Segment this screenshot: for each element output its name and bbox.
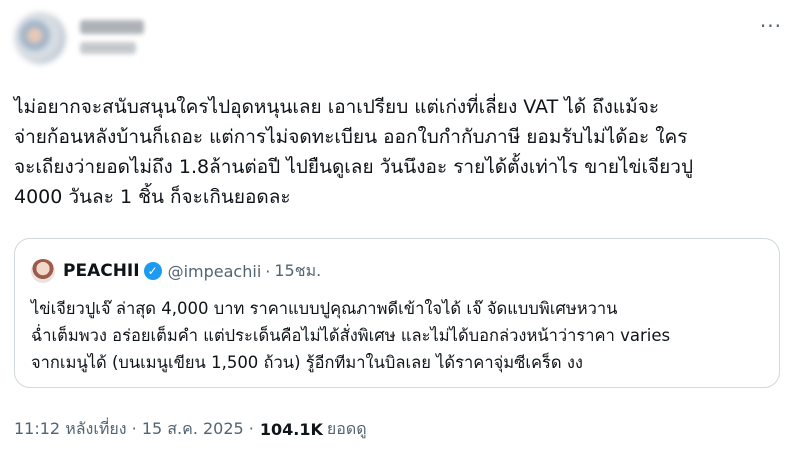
more-options-icon[interactable]: ··· [760,14,782,38]
tweet-text-line: 4000 วันละ 1 ชิ้น ก็จะเกินยอดละ [14,186,291,208]
quoted-header: PEACHII ✓ @impeachii · 15ชม. [63,259,321,283]
tweet-text: ไม่อยากจะสนับสนุนใครไปอุดหนุนเลย เอาเปรี… [14,92,784,212]
tweet-text-line: ไม่อยากจะสนับสนุนใครไปอุดหนุนเลย เอาเปรี… [14,96,660,118]
quoted-tweet[interactable]: PEACHII ✓ @impeachii · 15ชม. ไข่เจียวปูเ… [14,238,780,388]
quoted-text-line: ฉ่ำเต็มพวง อร่อยเต็มคำ แต่ประเด็นคือไม่ไ… [31,326,671,345]
tweet-text-line: จะเถียงว่ายอดไม่ถึง 1.8ล้านต่อปี ไปยืนดู… [14,156,694,178]
quoted-avatar [31,259,55,283]
author-name-redacted[interactable] [80,20,144,34]
post-timestamp[interactable]: 11:12 หลังเที่ยง · 15 ส.ค. 2025 · [14,417,254,442]
author-handle-redacted [80,42,136,54]
quoted-text-line: ไข่เจียวปูเจ๊ ล่าสุด 4,000 บาท ราคาแบบปู… [31,299,618,318]
separator-dot: · [265,261,271,281]
tweet-footer: 11:12 หลังเที่ยง · 15 ส.ค. 2025 · 104.1K… [14,418,367,440]
quoted-text: ไข่เจียวปูเจ๊ ล่าสุด 4,000 บาท ราคาแบบปู… [31,295,771,376]
views-label: ยอดดู [326,418,367,438]
tweet-text-line: จ่ายก้อนหลังบ้านก็เถอะ แต่การไม่จดทะเบีย… [14,126,688,148]
avatar[interactable] [14,12,66,64]
views-count: 104.1K [259,419,323,439]
quoted-text-line: จากเมนูได้ (บนเมนูเขียน 1,500 ถ้วน) รู้อ… [31,353,583,372]
tweet-header: ··· [0,0,800,72]
quoted-timestamp: 15ชม. [274,260,322,280]
quoted-author-handle: @impeachii [167,261,262,281]
verified-badge-icon: ✓ [143,262,162,280]
quoted-author-name: PEACHII [63,261,140,281]
